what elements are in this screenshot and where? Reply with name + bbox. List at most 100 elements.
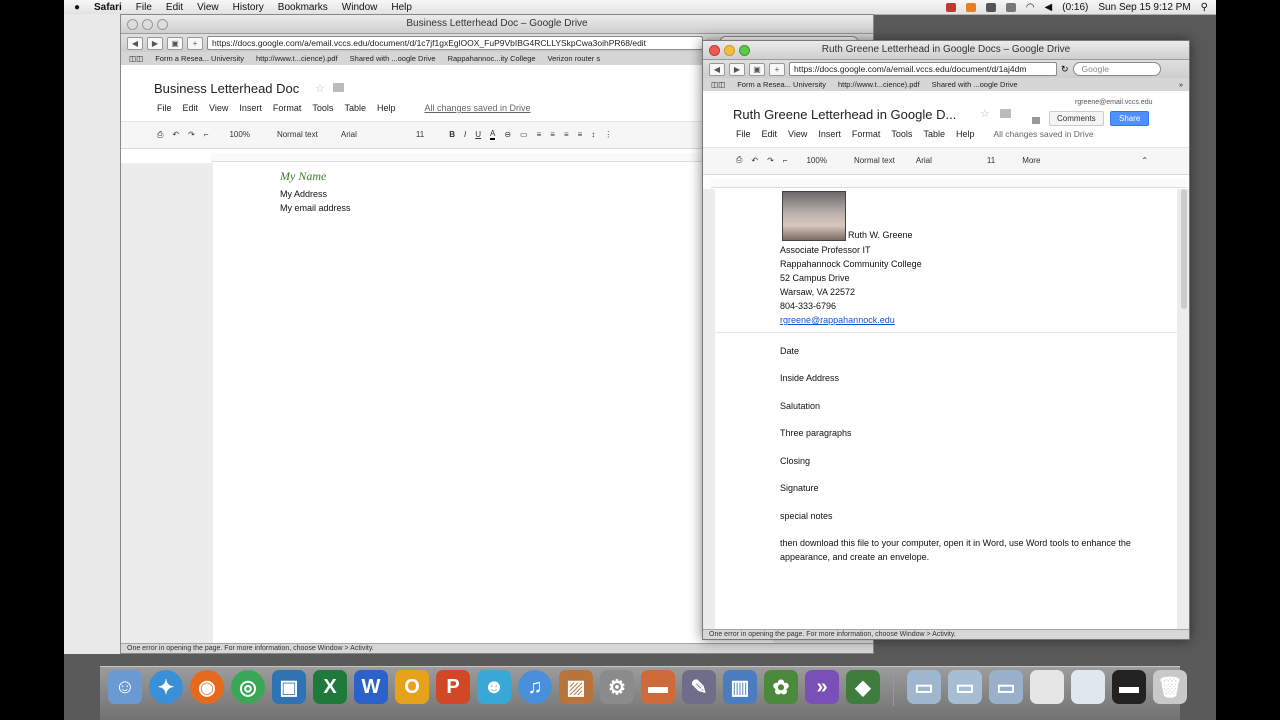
doc-menu-format[interactable]: Format [273, 103, 302, 113]
tray-bluetooth-icon[interactable] [985, 2, 996, 12]
undo-icon[interactable]: ↶ [172, 130, 179, 139]
print-icon[interactable]: ⎙ [736, 155, 742, 165]
doc-menu-tools[interactable]: Tools [891, 129, 912, 139]
evernote-icon[interactable]: ✿ [764, 670, 798, 704]
doc-menu-help[interactable]: Help [956, 129, 975, 139]
close-button[interactable] [709, 45, 720, 56]
remote-desktop-icon[interactable]: ▣ [272, 670, 306, 704]
share-button[interactable]: Share [1110, 111, 1150, 126]
chrome-icon[interactable]: ◎ [231, 670, 265, 704]
body-line[interactable]: Signature [780, 483, 819, 493]
bookmark-item[interactable]: Form a Resea... University [737, 80, 826, 89]
collapse-chevron-icon[interactable]: ⌃ [1141, 156, 1148, 165]
pen-icon[interactable]: ✎ [682, 670, 716, 704]
doc-menu-tools[interactable]: Tools [312, 103, 333, 113]
excel-icon[interactable]: X [313, 670, 347, 704]
itunes-icon[interactable]: ♫ [518, 670, 552, 704]
downloads-icon[interactable]: ▭ [989, 670, 1023, 704]
trash-icon[interactable]: 🗑 [1153, 670, 1187, 704]
redo-icon[interactable]: ↷ [188, 130, 195, 139]
documents-icon[interactable]: ▭ [948, 670, 982, 704]
font-size-select[interactable]: 11 [416, 130, 424, 139]
address-bar[interactable]: https://docs.google.com/a/email.vccs.edu… [207, 36, 703, 50]
letterhead-address[interactable]: My Address [280, 189, 327, 199]
battery-status[interactable]: (0:16) [1062, 2, 1088, 13]
minimize-button[interactable] [724, 45, 735, 56]
doc-menu-insert[interactable]: Insert [818, 129, 841, 139]
doc-menu-help[interactable]: Help [377, 103, 396, 113]
apple-menu-icon[interactable]: ● [74, 2, 86, 13]
scrollbar-thumb[interactable] [1181, 189, 1187, 309]
text-color-icon[interactable]: A [489, 129, 496, 140]
photos-icon[interactable]: ▨ [559, 670, 593, 704]
doc-menu-view[interactable]: View [209, 103, 228, 113]
window-thumb2-icon[interactable] [1071, 670, 1105, 704]
bookmark-item[interactable]: Shared with ...oogle Drive [932, 80, 1018, 89]
wifi-icon[interactable]: ◠ [1026, 2, 1035, 13]
terminal-icon[interactable]: ▬ [1112, 670, 1146, 704]
zoom-button[interactable] [739, 45, 750, 56]
reload-icon[interactable]: ↻ [1061, 64, 1069, 75]
back-button[interactable]: ◀ [127, 36, 143, 50]
forward-button[interactable]: ▶ [729, 62, 745, 76]
menu-view[interactable]: View [197, 2, 219, 13]
bookmark-item[interactable]: Verizon router s [548, 54, 601, 63]
chart-icon[interactable]: ▥ [723, 670, 757, 704]
menu-safari[interactable]: Safari [94, 2, 122, 13]
safari-icon[interactable]: ✦ [149, 670, 183, 704]
body-line[interactable]: Inside Address [780, 373, 839, 383]
bookmark-item[interactable]: http://www.t...cience).pdf [256, 54, 338, 63]
more-menu[interactable]: More [1022, 156, 1040, 165]
ruler[interactable] [711, 179, 1187, 188]
zoom-button[interactable] [157, 19, 168, 30]
back-button[interactable]: ◀ [709, 62, 725, 76]
body-line[interactable]: Date [780, 346, 799, 356]
doc-menu-table[interactable]: Table [923, 129, 945, 139]
bookmark-item[interactable]: Form a Resea... University [155, 54, 244, 63]
menu-edit[interactable]: Edit [166, 2, 183, 13]
close-button[interactable] [127, 19, 138, 30]
body-line[interactable]: special notes [780, 511, 833, 521]
letterhead-email[interactable]: My email address [280, 203, 351, 213]
menu-help[interactable]: Help [391, 2, 412, 13]
style-select[interactable]: Normal text [854, 156, 895, 165]
doc-menu-edit[interactable]: Edit [762, 129, 778, 139]
body-line[interactable]: Three paragraphs [780, 428, 852, 438]
overflow-chevron-icon[interactable]: » [1179, 80, 1183, 89]
sidebar-icon[interactable]: ▣ [749, 62, 765, 76]
tray-check-icon[interactable] [965, 2, 976, 12]
bold-icon[interactable]: B [449, 130, 455, 139]
reading-list-icon[interactable]: ◫◫ [711, 80, 725, 89]
reading-list-icon[interactable]: ◫◫ [129, 54, 143, 63]
add-bookmark-icon[interactable]: + [769, 62, 785, 76]
zoom-select[interactable]: 100% [229, 130, 249, 139]
doc-page[interactable]: My Name My Address My email address [213, 163, 773, 643]
bookmark-item[interactable]: Rappahannoc...ity College [448, 54, 536, 63]
firefox-icon[interactable]: ◉ [190, 670, 224, 704]
menubar-clock[interactable]: Sun Sep 15 9:12 PM [1098, 2, 1190, 13]
final-note-line-1[interactable]: then download this file to your computer… [780, 538, 1131, 548]
outlook-icon[interactable]: O [395, 670, 429, 704]
font-size-select[interactable]: 11 [987, 156, 995, 165]
folder-icon[interactable] [333, 83, 344, 92]
letterhead-name[interactable]: My Name [280, 169, 326, 184]
spotlight-icon[interactable]: ⚲ [1201, 2, 1208, 13]
messenger-icon[interactable]: ☻ [477, 670, 511, 704]
clipboard-icon[interactable]: » [805, 670, 839, 704]
bookmark-item[interactable]: Shared with ...oogle Drive [350, 54, 436, 63]
align-left-icon[interactable]: ≡ [537, 130, 542, 139]
keynote-icon[interactable]: ▬ [641, 670, 675, 704]
menu-history[interactable]: History [233, 2, 264, 13]
underline-icon[interactable]: U [475, 130, 481, 139]
final-note-line-2[interactable]: appearance, and create an envelope. [780, 552, 929, 562]
print-icon[interactable]: ⎙ [157, 130, 163, 140]
doc-menu-file[interactable]: File [736, 129, 751, 139]
system-prefs-icon[interactable]: ⚙ [600, 670, 634, 704]
tray-red-icon[interactable] [945, 2, 956, 12]
volume-icon[interactable]: ◀ [1045, 2, 1053, 13]
doc-page[interactable]: Ruth W. Greene Associate Professor IT Ra… [715, 189, 1177, 629]
numbered-list-icon[interactable]: ⋮ [604, 130, 612, 139]
zoom-select[interactable]: 100% [806, 156, 826, 165]
body-line[interactable]: Closing [780, 456, 810, 466]
search-field[interactable]: Google [1072, 62, 1161, 76]
